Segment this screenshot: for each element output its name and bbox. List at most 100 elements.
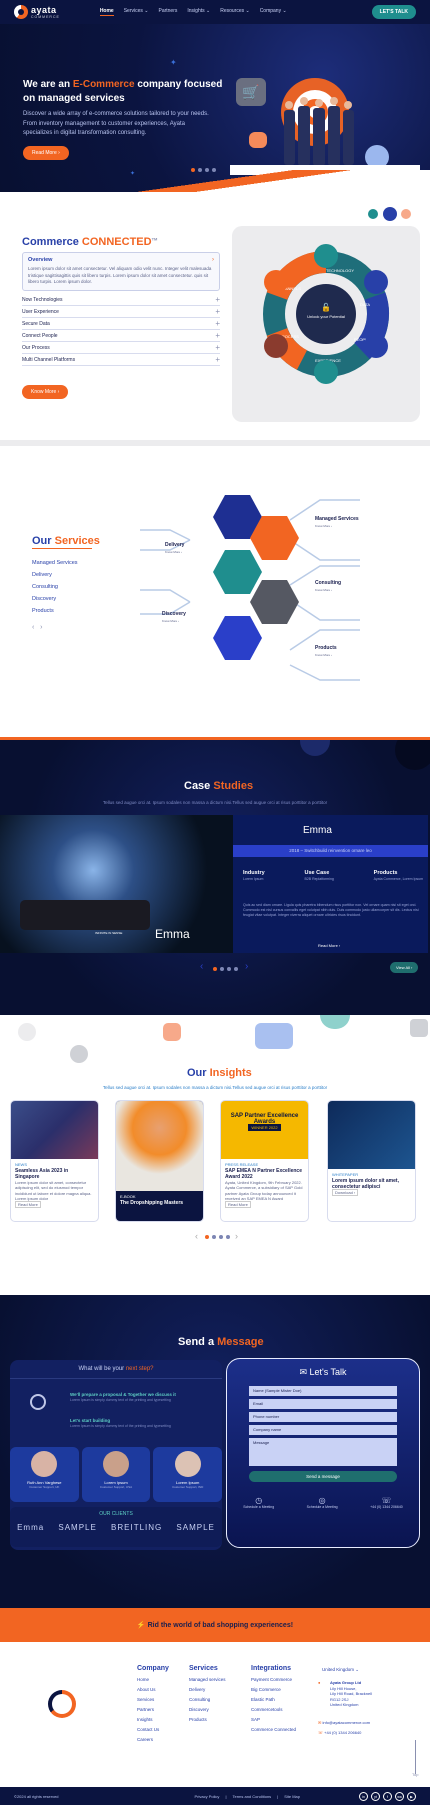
footer-link[interactable]: Careers [137,1737,169,1742]
video-icon[interactable]: ▶ [407,1791,416,1801]
services-list-item[interactable]: Products [32,608,78,614]
user-icon[interactable] [401,209,411,219]
services-list-item[interactable]: Consulting [32,584,78,590]
insight-card[interactable]: E-BOOK The Dropshipping Masters [115,1100,204,1222]
nav-partners[interactable]: Partners [158,8,177,16]
footer-link[interactable]: Consulting [189,1697,226,1702]
ayata-icon [30,1394,46,1410]
read-more-button[interactable]: Read More [225,1200,251,1208]
next-step-title: What will be your next step? [10,1360,222,1379]
message-field[interactable]: Message [249,1438,397,1466]
insights-prev-arrow[interactable]: ‹ [195,1231,198,1241]
insight-card[interactable]: WHITEPAPER Lorem ipsum dolor sit amet, co… [327,1100,416,1222]
facebook-icon[interactable]: f [383,1791,392,1801]
linkedin-icon[interactable]: in [359,1791,368,1801]
back-to-top-button[interactable]: Top [412,1772,418,1777]
clients-title: OUR CLIENTS [99,1511,133,1517]
sitemap-link[interactable]: Site Map [284,1794,300,1799]
footer-link[interactable]: Commerce Connected [251,1727,296,1732]
footer-link[interactable]: About Us [137,1687,169,1692]
footer-services-col: Services Managed services Delivery Consult… [189,1665,226,1722]
name-field[interactable]: Name (Sample Mister Doe) [249,1386,397,1396]
hex-label: Discovery [162,611,186,617]
accordion-row[interactable]: Multi Channel Platforms + [22,354,220,366]
footer-link[interactable]: Discovery [189,1707,226,1712]
phone-link[interactable]: ☏ +44 (0) 1344 206640 [370,1496,403,1509]
services-pager[interactable]: ‹ › [32,624,43,631]
case-carousel-dots[interactable] [213,967,238,971]
footer-link[interactable]: Contact Us [137,1727,169,1732]
accordion-row[interactable]: Our Process + [22,342,220,354]
footer-link[interactable]: Insights [137,1717,169,1722]
footer-link[interactable]: Partners [137,1707,169,1712]
case-next-arrow[interactable]: › [245,961,248,972]
footer-link[interactable]: Services [137,1697,169,1702]
case-prev-arrow[interactable]: ‹ [200,961,203,972]
insight-card[interactable]: NEWS Seamless Asia 2023 in Singapore Lorem… [10,1100,99,1222]
cart-icon[interactable] [383,207,397,221]
view-all-button[interactable]: View All › [390,962,419,973]
privacy-link[interactable]: Privacy Policy [195,1794,220,1799]
services-list-item[interactable]: Delivery [32,572,78,578]
footer-link[interactable]: Home [137,1677,169,1682]
accordion-row[interactable]: Now Technologies + [22,294,220,306]
insights-carousel-dots[interactable] [205,1235,230,1239]
schedule-meeting-link[interactable]: ◎ Schedule a Meeting [307,1496,338,1509]
card-image [328,1101,415,1169]
deco-square [410,1019,428,1037]
footer-phone[interactable]: ☏ +44 (0) 1344 206640 [318,1730,361,1735]
wheel-label: DATA [360,302,370,307]
footer-link[interactable]: Products [189,1717,226,1722]
youtube-icon[interactable]: yt [371,1791,380,1801]
lets-talk-button[interactable]: LET'S TALK [371,5,416,19]
footer-link[interactable]: SAP [251,1717,296,1722]
currency-icon[interactable] [368,209,378,219]
team-member-card: Lorem Ipsum Customer Support, IND [153,1447,223,1502]
hex-label: Products [315,645,337,651]
social-icons: in yt f wa ▶ [359,1791,416,1801]
case-subtitle: Tellus sed augue orci at. Ipsum sodales … [102,800,328,805]
legal-links: Privacy Policy | Terms and Conditions | Si… [194,1793,301,1799]
service-hexagons [213,495,299,660]
footer-address: ● Ayata Group Ltd Lily Hill House, Lily Hi… [318,1680,373,1707]
accordion-row[interactable]: User Experience + [22,306,220,318]
footer-link[interactable]: Payment Commerce [251,1677,296,1682]
terms-link[interactable]: Terms and Conditions [232,1794,271,1799]
nav-resources[interactable]: Resources ⌄ [220,8,249,16]
insights-next-arrow[interactable]: › [235,1231,238,1241]
nav-home[interactable]: Home [99,8,114,16]
company-field[interactable]: Company name [249,1425,397,1435]
hero-read-more-button[interactable]: Read More › [23,146,69,160]
case-read-more[interactable]: Read More › [318,943,340,948]
nav-insights[interactable]: Insights ⌄ [187,8,210,16]
insights-subtitle: Tellus sed augue orci at. Ipsum sodales … [102,1085,328,1090]
schedule-meeting-link[interactable]: ◷ Schedule a Meeting [243,1496,274,1509]
hex-label: Consulting [315,580,341,586]
plus-icon: + [215,331,220,340]
footer-link[interactable]: Elastic Path [251,1697,296,1702]
whatsapp-icon[interactable]: wa [395,1791,404,1801]
email-field[interactable]: Email [249,1399,397,1409]
footer-link[interactable]: Delivery [189,1687,226,1692]
services-list-item[interactable]: Managed Services [32,560,78,566]
services-list-item[interactable]: Discovery [32,596,78,602]
footer-link[interactable]: Big Commerce [251,1687,296,1692]
accordion-row[interactable]: Secure Data + [22,318,220,330]
accordion-overview[interactable]: Overview › Lorem ipsum dolor sit amet cons… [22,252,220,291]
brand-logo[interactable]: ayata COMMERCE [14,5,60,19]
footer-email[interactable]: ✉ info@ayatacommerce.com [318,1720,370,1725]
case-description: Quis ac sed diam ornare. Ligula quis pha… [243,903,419,918]
phone-field[interactable]: Phone number [249,1412,397,1422]
nav-services[interactable]: Services ⌄ [124,8,149,16]
footer-link[interactable]: Managed services [189,1677,226,1682]
send-message-button[interactable]: Send a message [249,1471,397,1482]
hero-swoosh [0,170,430,192]
region-select[interactable]: United Kingdom ⌄ [322,1667,359,1673]
know-more-button[interactable]: Know More › [22,385,69,399]
download-button[interactable]: Download › [332,1188,359,1196]
footer-link[interactable]: Commercetools [251,1707,296,1712]
insight-card[interactable]: SAP Partner Excellence Awards WINNER 2022… [220,1100,309,1222]
read-more-button[interactable]: Read More [15,1200,41,1208]
accordion-row[interactable]: Connect People + [22,330,220,342]
nav-company[interactable]: Company ⌄ [260,8,287,16]
